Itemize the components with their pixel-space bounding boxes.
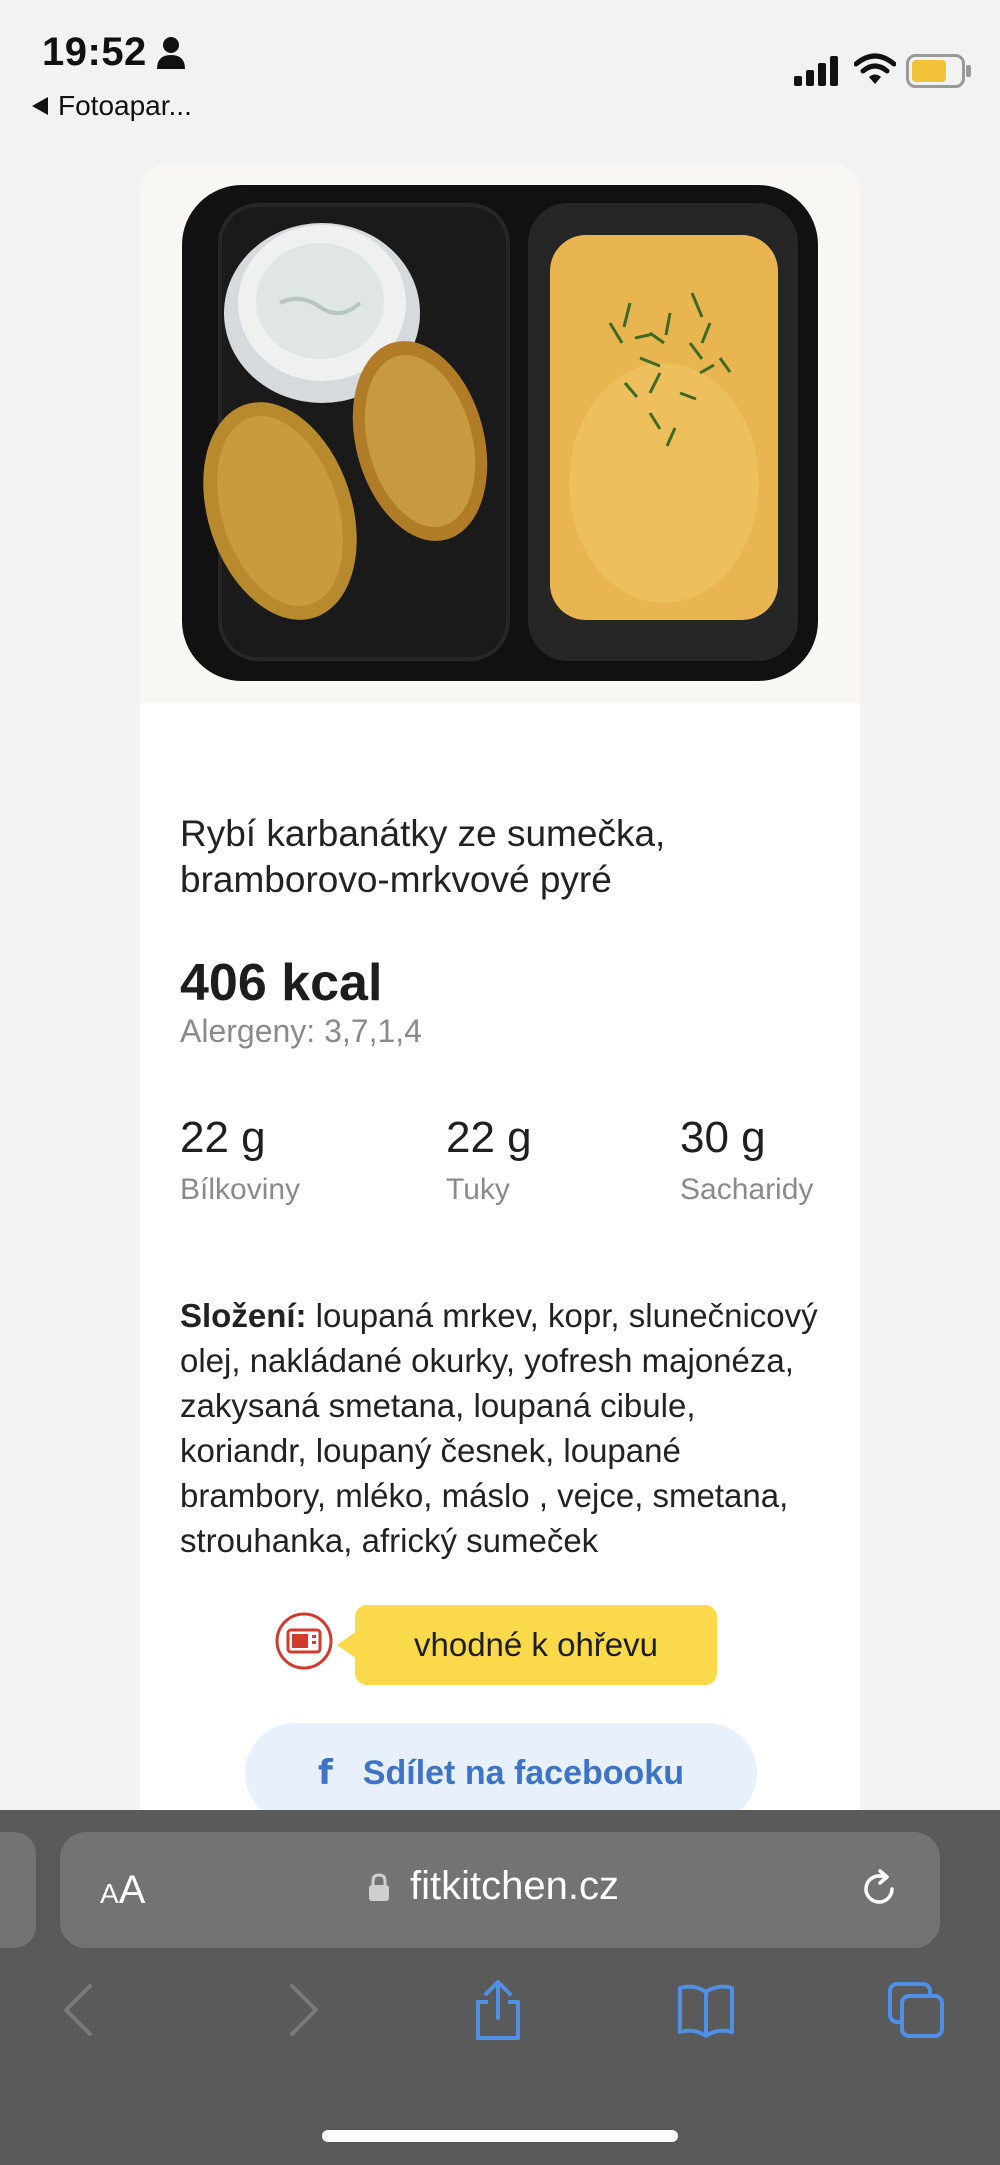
tabs-icon[interactable]: [886, 1980, 946, 2040]
macro-value: 22 g: [180, 1113, 266, 1162]
battery-icon: [906, 54, 971, 88]
ingredients-text: Složení: loupaná mrkev, kopr, slunečnico…: [180, 1293, 830, 1563]
back-app-label: Fotoapar...: [58, 90, 192, 121]
previous-tab-preview[interactable]: [0, 1832, 36, 1948]
meal-photo: [182, 185, 818, 681]
address-bar[interactable]: AA fitkitchen.cz: [60, 1832, 940, 1948]
back-icon[interactable]: [52, 1980, 112, 2040]
facebook-icon: f: [318, 1753, 333, 1793]
share-facebook-label: Sdílet na facebooku: [362, 1753, 684, 1792]
home-indicator: [322, 2130, 678, 2142]
wifi-icon: [854, 53, 896, 84]
allergens-text: Alergeny: 3,7,1,4: [180, 1013, 422, 1049]
reload-icon[interactable]: [856, 1866, 902, 1912]
macro-label: Sacharidy: [680, 1173, 814, 1206]
back-to-app-link[interactable]: Fotoapar...: [32, 90, 192, 122]
ingredients-list: loupaná mrkev, kopr, slunečnicový olej, …: [180, 1297, 818, 1559]
forward-icon[interactable]: [270, 1980, 330, 2040]
macro-value: 22 g: [446, 1113, 532, 1162]
macro-label: Bílkoviny: [180, 1173, 301, 1206]
product-image: [140, 163, 860, 703]
lock-icon: [369, 1873, 389, 1901]
heat-badge: vhodné k ohřevu: [337, 1605, 717, 1685]
status-time: 19:52: [42, 30, 147, 74]
url-text[interactable]: fitkitchen.cz: [410, 1864, 619, 1909]
macro-value: 30 g: [680, 1113, 766, 1162]
microwave-icon: [275, 1612, 333, 1670]
macro-protein: 22 g Bílkoviny: [180, 1113, 300, 1207]
back-triangle-icon: [32, 97, 48, 115]
product-card: Rybí karbanátky ze sumečka, bramborovo-m…: [140, 163, 860, 1823]
text-size-button[interactable]: AA: [100, 1868, 145, 1913]
dish-title: Rybí karbanátky ze sumečka, bramborovo-m…: [180, 813, 666, 900]
share-icon[interactable]: [468, 1980, 528, 2040]
macro-fat: 22 g Tuky: [446, 1113, 532, 1207]
signal-icon: [794, 56, 838, 86]
bookmarks-icon[interactable]: [676, 1980, 736, 2040]
calories-value: 406 kcal: [180, 954, 383, 1012]
macro-carbs: 30 g Sacharidy: [680, 1113, 813, 1207]
macro-label: Tuky: [446, 1173, 510, 1206]
person-icon: [157, 37, 185, 69]
share-facebook-button[interactable]: f Sdílet na facebooku: [245, 1723, 757, 1823]
ingredients-label: Složení:: [180, 1297, 307, 1334]
